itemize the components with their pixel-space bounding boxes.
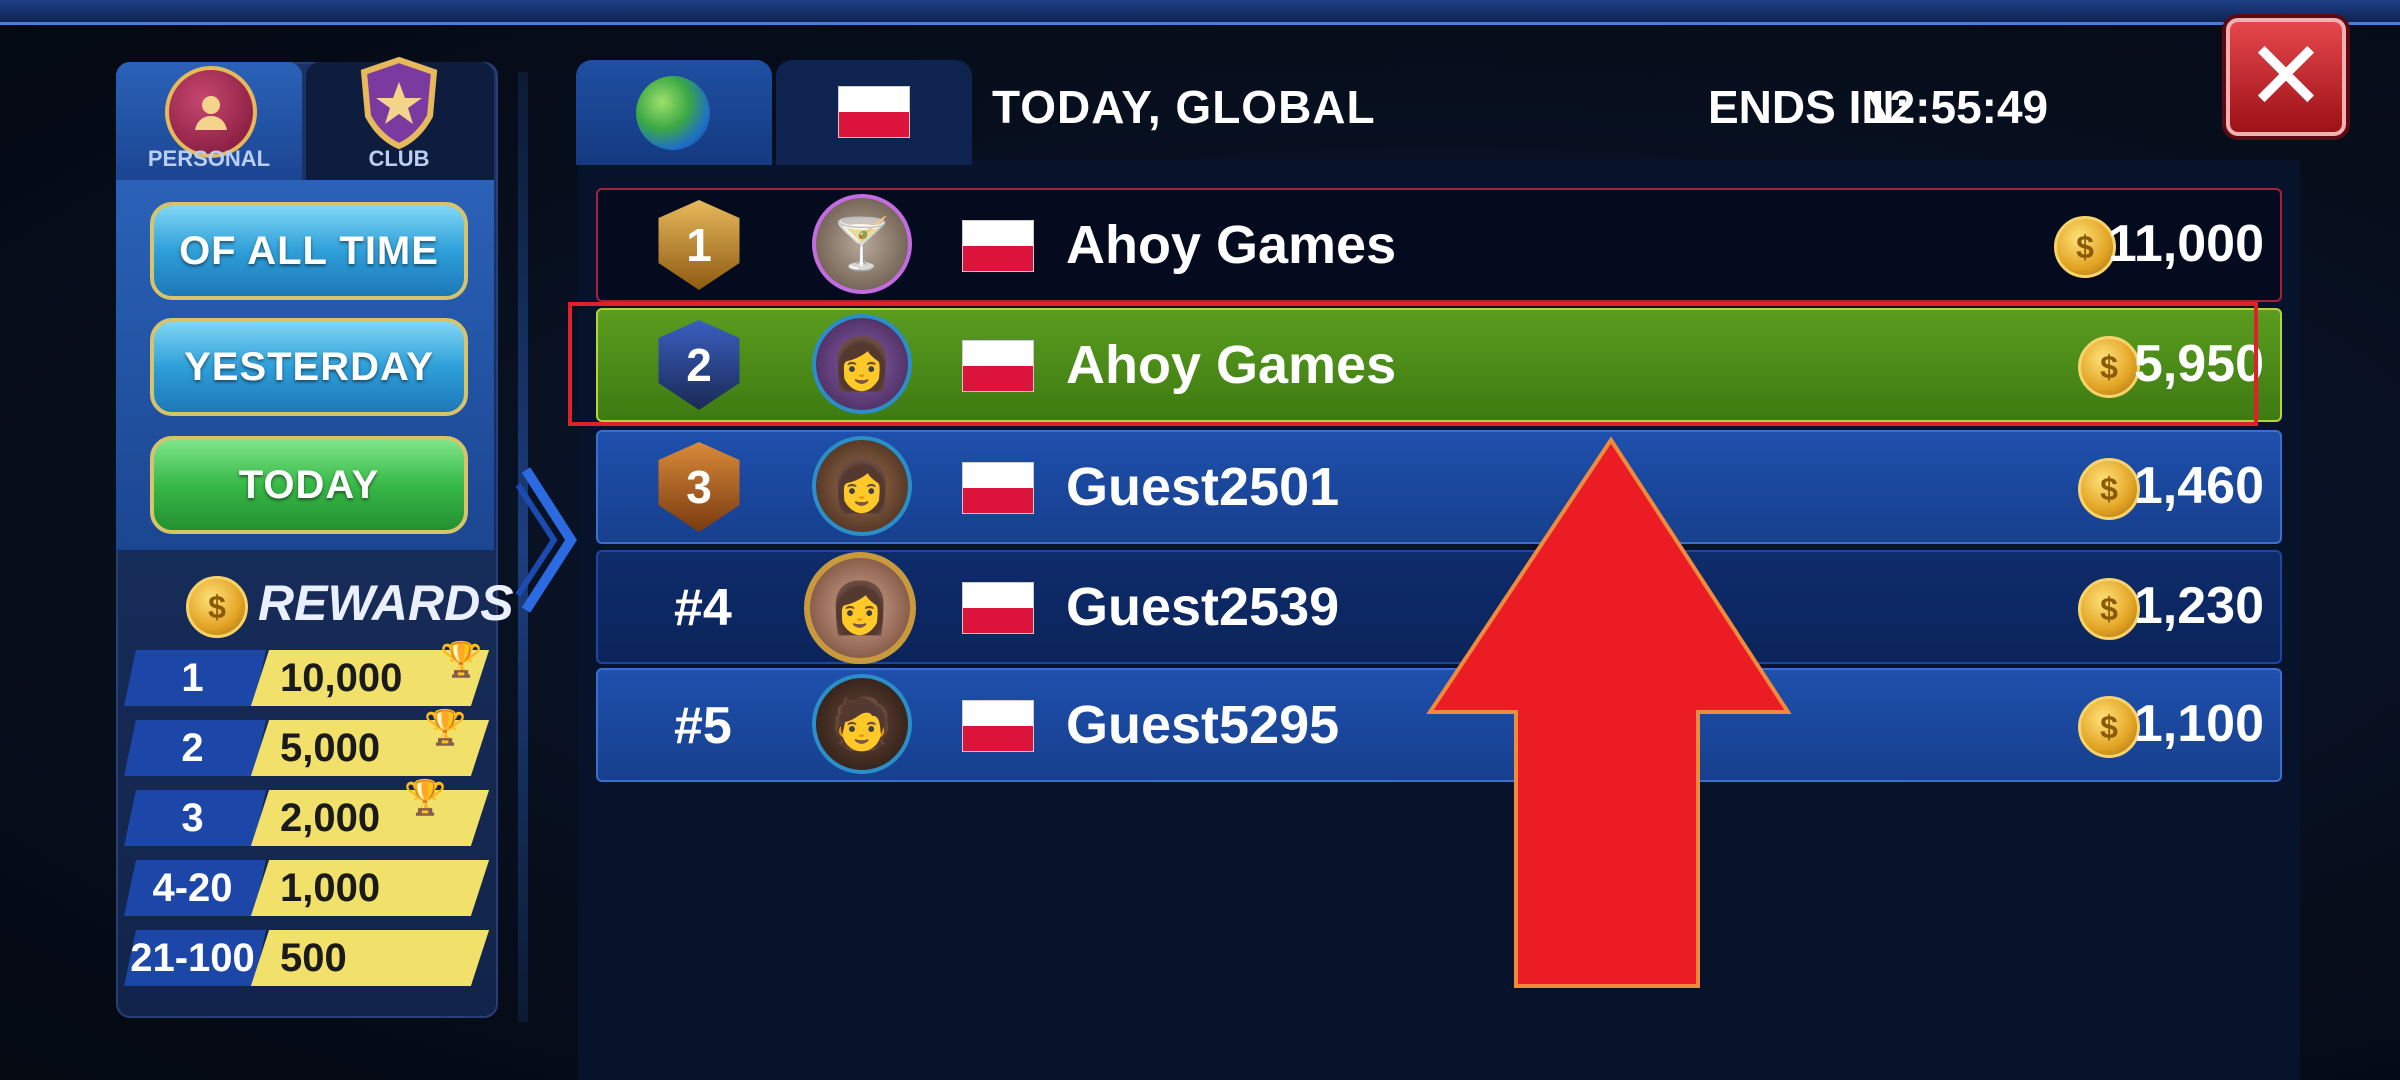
player-name: Ahoy Games — [1066, 215, 1397, 275]
player-score: 1,460 — [2133, 457, 2264, 515]
reward-rank: 21-100 — [130, 936, 255, 980]
tab-personal[interactable]: PERSONAL — [116, 62, 302, 180]
rewards-title: REWARDS — [258, 575, 514, 631]
avatar: 🧑 — [812, 674, 912, 774]
reward-amount: 1,000 — [280, 866, 381, 910]
trophy-bronze-icon: 🏆 — [404, 779, 447, 817]
period-yesterday-button[interactable]: YESTERDAY — [150, 318, 468, 416]
reward-amount: 5,000 — [280, 726, 381, 770]
leaderboard-title: TODAY, GLOBAL — [992, 81, 1376, 133]
rank-number: #4 — [674, 579, 732, 637]
coin-icon: $ — [186, 576, 248, 638]
player-name: Guest2539 — [1066, 577, 1340, 637]
current-player-highlight — [568, 302, 2258, 426]
poland-flag-icon — [962, 462, 1034, 514]
top-frame — [0, 0, 2400, 25]
countdown-timer: 12:55:49 — [1864, 81, 2049, 133]
avatar: 👩 — [804, 552, 916, 664]
period-all-time-button[interactable]: OF ALL TIME — [150, 202, 468, 300]
reward-rank: 2 — [181, 726, 204, 770]
reward-rank: 3 — [181, 796, 204, 840]
chevron-right-icon — [516, 467, 577, 613]
player-name: Guest5295 — [1066, 695, 1340, 755]
leaderboard-row[interactable]: 1 🍸 Ahoy Games $ 11,000 — [596, 188, 2282, 302]
close-icon: ✕ — [2245, 23, 2327, 130]
reward-amount: 2,000 — [280, 796, 381, 840]
rank-1-medal-icon: 1 — [658, 200, 740, 290]
reward-amount: 10,000 — [280, 656, 403, 700]
poland-flag-icon — [962, 582, 1034, 634]
shield-star-icon — [358, 56, 440, 150]
rank-3-medal-icon: 3 — [658, 442, 740, 532]
reward-rank: 1 — [181, 656, 204, 700]
player-score: 1,100 — [2133, 695, 2264, 753]
tab-club[interactable]: CLUB — [306, 56, 494, 180]
globe-icon — [636, 76, 710, 150]
reward-rank: 4-20 — [152, 866, 233, 910]
red-up-arrow-annotation — [1426, 436, 1792, 988]
player-name: Guest2501 — [1066, 457, 1340, 517]
trophy-gold-icon: 🏆 — [440, 641, 483, 679]
tab-club-label: CLUB — [368, 146, 430, 171]
close-button[interactable]: ✕ — [2226, 18, 2346, 136]
player-score: 1,230 — [2133, 577, 2264, 635]
avatar: 👩 — [812, 436, 912, 536]
person-icon — [165, 66, 257, 158]
poland-flag-icon — [962, 700, 1034, 752]
tab-personal-label: PERSONAL — [147, 146, 271, 171]
rank-number: #5 — [674, 697, 732, 755]
player-score: 11,000 — [2107, 215, 2264, 273]
poland-flag-icon — [838, 86, 910, 138]
period-today-button[interactable]: TODAY — [150, 436, 468, 534]
reward-amount: 500 — [280, 936, 347, 980]
trophy-silver-icon: 🏆 — [424, 709, 467, 747]
avatar: 🍸 — [812, 194, 912, 294]
poland-flag-icon — [962, 220, 1034, 272]
